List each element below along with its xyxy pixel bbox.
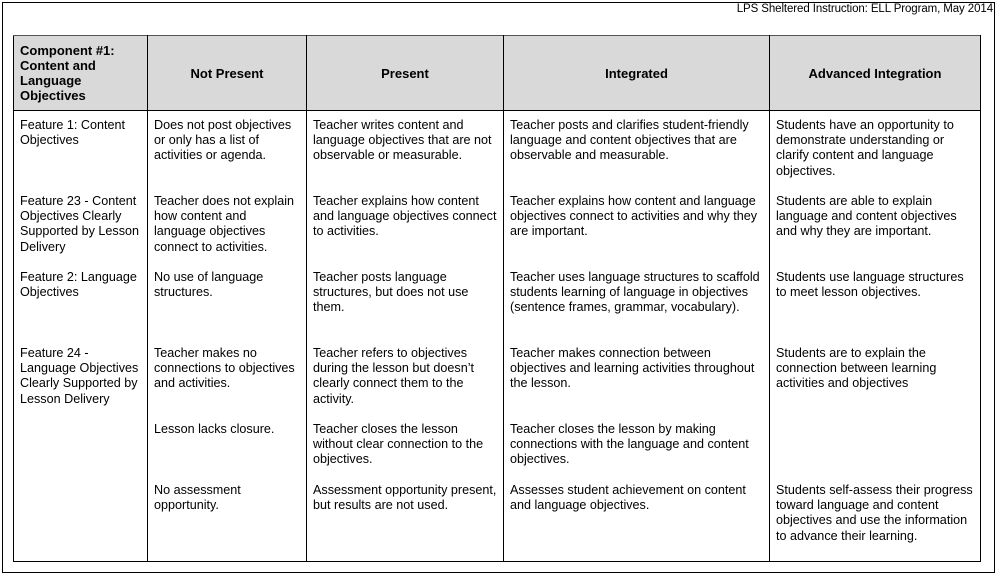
feature-cell: Feature 2: Language Objectives [13,263,148,339]
feature-cell [13,415,148,476]
present-cell: Teacher writes content and language obje… [306,110,504,187]
present-cell: Assessment opportunity present, but resu… [306,476,504,562]
table-row: Feature 23 - Content Objectives Clearly … [13,187,981,263]
present-cell: Teacher posts language structures, but d… [306,263,504,339]
header-advanced-integration: Advanced Integration [769,35,981,111]
not-present-cell: No use of language structures. [147,263,307,339]
table-row: No assessment opportunity. Assessment op… [13,476,981,562]
document-title: LPS Sheltered Instruction: ELL Program, … [736,3,993,15]
not-present-cell: Teacher does not explain how content and… [147,187,307,263]
not-present-cell: Lesson lacks closure. [147,415,307,476]
table-row: Feature 24 - Language Objectives Clearly… [13,339,981,415]
integrated-cell: Assesses student achievement on content … [503,476,770,562]
advanced-cell: Students are to explain the connection b… [769,339,981,415]
advanced-cell [769,415,981,476]
table-row: Feature 2: Language Objectives No use of… [13,263,981,339]
header-component: Component #1: Content and Language Objec… [13,35,148,111]
integrated-cell: Teacher posts and clarifies student-frie… [503,110,770,187]
integrated-cell: Teacher makes connection between objecti… [503,339,770,415]
present-cell: Teacher explains how content and languag… [306,187,504,263]
advanced-cell: Students self-assess their progress towa… [769,476,981,562]
advanced-cell: Students have an opportunity to demonstr… [769,110,981,187]
not-present-cell: Teacher makes no connections to objectiv… [147,339,307,415]
rubric-table: Component #1: Content and Language Objec… [13,35,981,562]
not-present-cell: No assessment opportunity. [147,476,307,562]
present-cell: Teacher closes the lesson without clear … [306,415,504,476]
table-row: Feature 1: Content Objectives Does not p… [13,110,981,187]
integrated-cell: Teacher closes the lesson by making conn… [503,415,770,476]
feature-cell: Feature 23 - Content Objectives Clearly … [13,187,148,263]
feature-cell [13,476,148,562]
advanced-cell: Students use language structures to meet… [769,263,981,339]
advanced-cell: Students are able to explain language an… [769,187,981,263]
not-present-cell: Does not post objectives or only has a l… [147,110,307,187]
feature-cell: Feature 1: Content Objectives [13,110,148,187]
present-cell: Teacher refers to objectives during the … [306,339,504,415]
table-row: Lesson lacks closure. Teacher closes the… [13,415,981,476]
feature-cell: Feature 24 - Language Objectives Clearly… [13,339,148,415]
integrated-cell: Teacher explains how content and languag… [503,187,770,263]
header-row: Component #1: Content and Language Objec… [13,35,981,111]
header-integrated: Integrated [503,35,770,111]
header-not-present: Not Present [147,35,307,111]
integrated-cell: Teacher uses language structures to scaf… [503,263,770,339]
header-present: Present [306,35,504,111]
